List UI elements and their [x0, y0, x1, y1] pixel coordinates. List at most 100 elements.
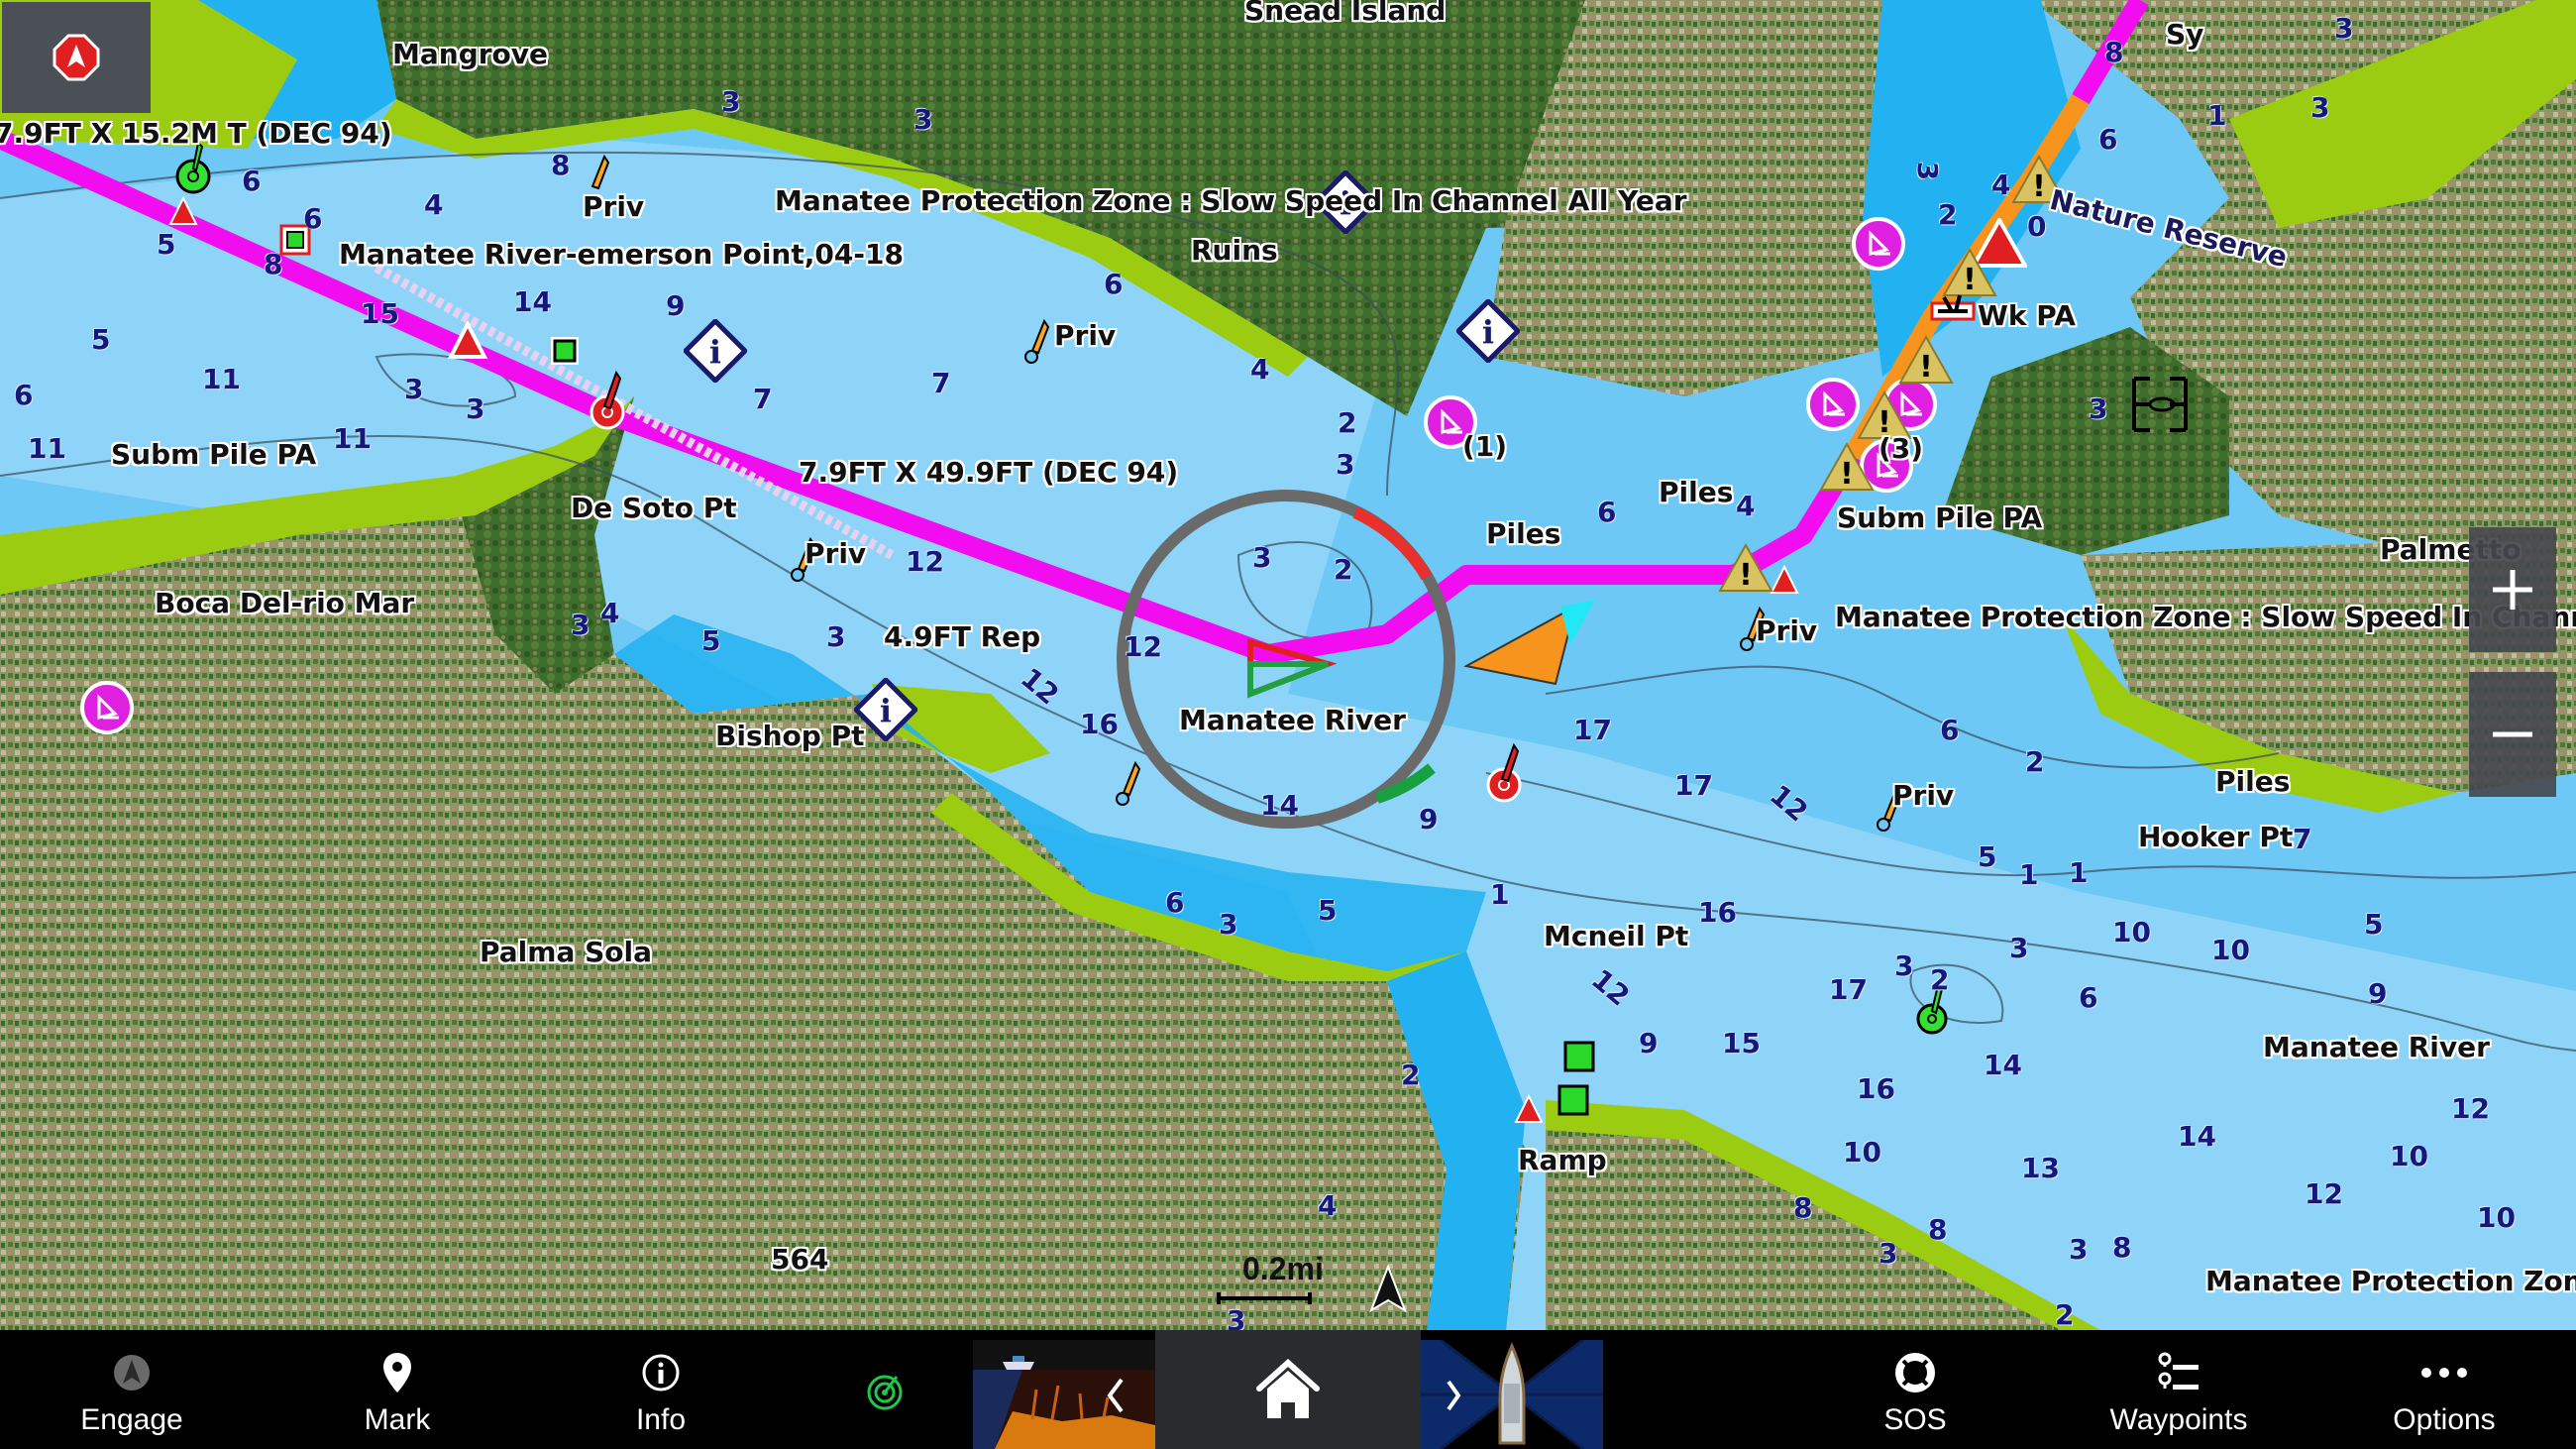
depth-sounding: 6 — [1104, 268, 1124, 300]
place-label: Piles — [1486, 517, 1561, 550]
info-marker-icon[interactable]: i — [1456, 299, 1520, 363]
depth-sounding: 3 — [721, 85, 741, 118]
mark-button[interactable]: Mark — [293, 1330, 501, 1449]
place-label: Hooker Pt — [2138, 821, 2294, 853]
red-buoy-icon[interactable] — [583, 369, 632, 434]
depth-sounding: 11 — [333, 422, 372, 455]
vessel-page-thumbnail[interactable] — [1421, 1340, 1603, 1449]
place-label: Priv — [583, 190, 645, 223]
info-marker-icon[interactable]: i — [684, 319, 747, 383]
depth-sounding: 12 — [1124, 630, 1162, 663]
depth-sounding: 5 — [91, 323, 111, 356]
vessel-page-thumbnail-image — [1421, 1340, 1603, 1449]
info-button[interactable]: Info — [557, 1330, 765, 1449]
marina-icon[interactable] — [79, 680, 135, 735]
waypoints-label: Waypoints — [2109, 1403, 2248, 1436]
green-daymark-icon[interactable] — [549, 335, 581, 367]
svg-text:i: i — [1482, 313, 1494, 351]
depth-sounding: 6 — [2079, 981, 2098, 1014]
home-icon — [1256, 1359, 1320, 1418]
place-label: Subm Pile PA — [1837, 502, 2043, 534]
depth-sounding: 14 — [513, 285, 552, 318]
place-label: Snead Island — [1244, 0, 1447, 27]
minus-icon — [2493, 731, 2532, 737]
place-label: Ruins — [1191, 234, 1278, 267]
home-button[interactable] — [1155, 1330, 1421, 1449]
fishing-area-icon — [2132, 377, 2188, 432]
red-daymark-icon[interactable] — [168, 196, 198, 226]
depth-sounding: 4 — [1318, 1189, 1338, 1222]
place-label: Priv — [805, 537, 867, 570]
svg-text:i: i — [880, 692, 892, 729]
options-button[interactable]: Options — [2340, 1330, 2548, 1449]
green-daymark-icon[interactable] — [1563, 1041, 1595, 1072]
place-label: Palma Sola — [480, 936, 652, 968]
options-label: Options — [2393, 1403, 2496, 1436]
wreck-icon[interactable] — [1930, 287, 1976, 323]
caution-triangle-icon[interactable]: ! — [1898, 335, 1954, 385]
depth-sounding: 2 — [2055, 1298, 2075, 1330]
plus-icon — [2493, 570, 2532, 610]
depth-sounding: 3 — [1878, 1237, 1898, 1270]
marina-icon[interactable] — [1851, 216, 1906, 272]
depth-sounding: 8 — [2112, 1231, 2132, 1264]
depth-sounding: 15 — [361, 297, 399, 330]
depth-sounding: 5 — [1978, 840, 1997, 873]
caution-triangle-icon[interactable]: ! — [1819, 442, 1875, 492]
waypoints-list-icon — [2158, 1352, 2199, 1390]
caution-triangle-icon[interactable]: ! — [1718, 543, 1773, 593]
svg-text:!: ! — [2032, 169, 2046, 204]
private-aid-icon[interactable] — [1114, 755, 1143, 815]
depth-sounding: 1 — [1490, 878, 1510, 911]
chart-orientation-button[interactable] — [2, 2, 151, 113]
depth-sounding: 3 — [2069, 1233, 2089, 1266]
sos-button[interactable]: SOS — [1811, 1330, 2019, 1449]
place-label: Manatee Protection Zone : Slow Speed In … — [1835, 601, 2576, 633]
depth-sounding: 15 — [1722, 1027, 1761, 1059]
depth-sounding: 6 — [303, 202, 323, 235]
nautical-chart-map[interactable]: i i i i ! ! ! ! ! ! Snead Island Mangrov… — [0, 0, 2576, 1330]
red-buoy-icon[interactable] — [1482, 741, 1532, 807]
marina-icon[interactable] — [1805, 377, 1861, 432]
depth-sounding: 2 — [1930, 963, 1950, 996]
zoom-in-button[interactable] — [2469, 527, 2556, 652]
road-number-label: 564 — [771, 1243, 829, 1276]
depth-sounding: 2 — [1338, 406, 1357, 439]
depth-sounding: 10 — [2477, 1201, 2516, 1234]
place-label: Manatee River — [1179, 704, 1406, 736]
lifebuoy-icon — [1895, 1353, 1935, 1393]
depth-sounding: 17 — [1573, 714, 1612, 746]
place-label: Priv — [1756, 614, 1818, 647]
radar-button[interactable] — [781, 1330, 989, 1449]
depth-sounding: 6 — [1165, 886, 1185, 919]
place-label: Boca Del-rio Mar — [155, 587, 415, 619]
depth-sounding: 3 — [1911, 161, 1945, 181]
radar-icon — [867, 1375, 903, 1410]
private-aid-icon[interactable] — [1022, 313, 1052, 373]
waypoints-button[interactable]: Waypoints — [2075, 1330, 2283, 1449]
place-label: (3) — [1878, 432, 1924, 465]
svg-text:i: i — [709, 333, 721, 371]
more-options-icon — [2421, 1368, 2467, 1378]
svg-text:!: ! — [1739, 558, 1753, 593]
depth-sounding: 5 — [701, 624, 721, 657]
depth-sounding: 2 — [2025, 745, 2045, 778]
place-label: Manatee Protection Zone — [2205, 1265, 2576, 1297]
depth-sounding: 2 — [1401, 1059, 1421, 1091]
svg-text:!: ! — [1919, 350, 1933, 385]
place-label: De Soto Pt — [571, 492, 737, 524]
place-label: Bishop Pt — [715, 720, 865, 752]
depth-sounding: 4 — [600, 597, 620, 629]
red-daymark-icon[interactable] — [1514, 1094, 1544, 1124]
depth-sounding: 16 — [1857, 1072, 1895, 1105]
depth-sounding: 3 — [2009, 932, 2029, 964]
zoom-out-button[interactable] — [2469, 672, 2556, 797]
depth-sounding: 3 — [404, 373, 424, 405]
green-daymark-icon[interactable] — [1557, 1084, 1589, 1116]
sonar-page-thumbnail[interactable] — [973, 1340, 1155, 1449]
depth-sounding: 5 — [157, 228, 176, 261]
svg-text:!: ! — [1840, 457, 1854, 492]
red-daymark-icon[interactable] — [1770, 565, 1799, 595]
engage-button[interactable]: Engage — [28, 1330, 236, 1449]
red-daymark-icon[interactable] — [448, 321, 487, 361]
